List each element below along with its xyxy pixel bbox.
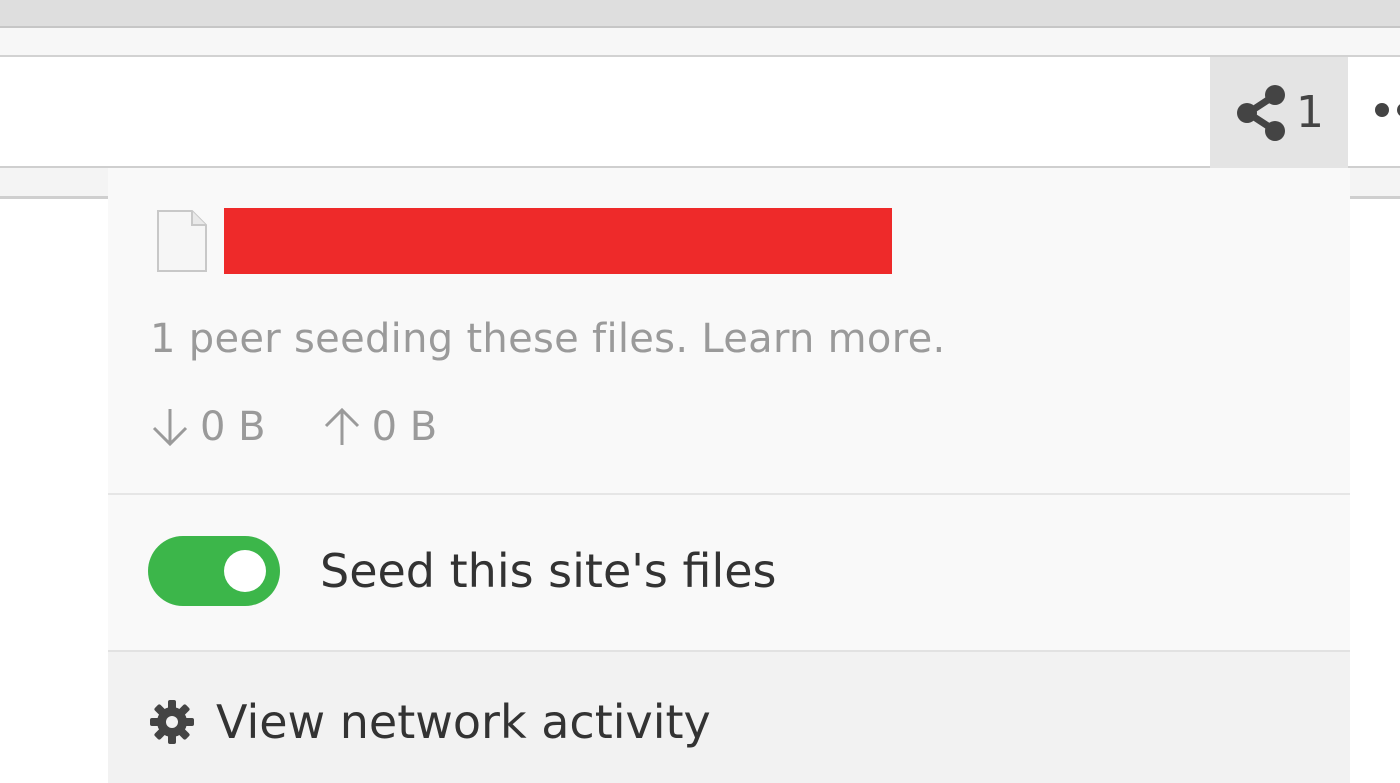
share-icon — [1237, 84, 1285, 141]
peers-count: 1 — [1296, 87, 1324, 138]
seed-toggle-label: Seed this site's files — [320, 544, 777, 598]
file-icon — [157, 210, 207, 272]
file-name-redacted — [224, 208, 892, 274]
upload-stat: 0 B — [322, 404, 438, 450]
arrow-up-icon — [324, 407, 359, 445]
toggle-knob — [224, 550, 266, 592]
browser-titlebar — [0, 0, 1400, 28]
divider — [108, 493, 1350, 495]
arrow-down-icon — [152, 409, 188, 447]
upload-value: 0 B — [371, 404, 438, 450]
seed-toggle-row[interactable]: Seed this site's files — [148, 536, 777, 606]
bookmarks-bar-right — [1350, 168, 1400, 199]
peers-dropdown-panel: 1 peer seeding these files. Learn more. … — [108, 168, 1350, 783]
more-dots-icon[interactable] — [1370, 92, 1400, 128]
gear-icon — [150, 699, 194, 744]
seed-toggle[interactable] — [148, 536, 280, 606]
seeding-status-text[interactable]: 1 peer seeding these files. Learn more. — [150, 316, 946, 362]
transfer-stats: 0 B 0 B — [150, 404, 437, 450]
download-value: 0 B — [200, 404, 266, 450]
peers-button[interactable]: 1 — [1210, 57, 1348, 168]
browser-toolbar — [0, 57, 1400, 168]
view-network-activity-button[interactable]: View network activity — [108, 652, 1350, 783]
file-row — [154, 206, 892, 276]
bookmarks-bar-left — [0, 168, 108, 199]
view-network-activity-label: View network activity — [216, 694, 711, 749]
browser-tabstrip — [0, 28, 1400, 57]
download-stat: 0 B — [150, 404, 266, 450]
